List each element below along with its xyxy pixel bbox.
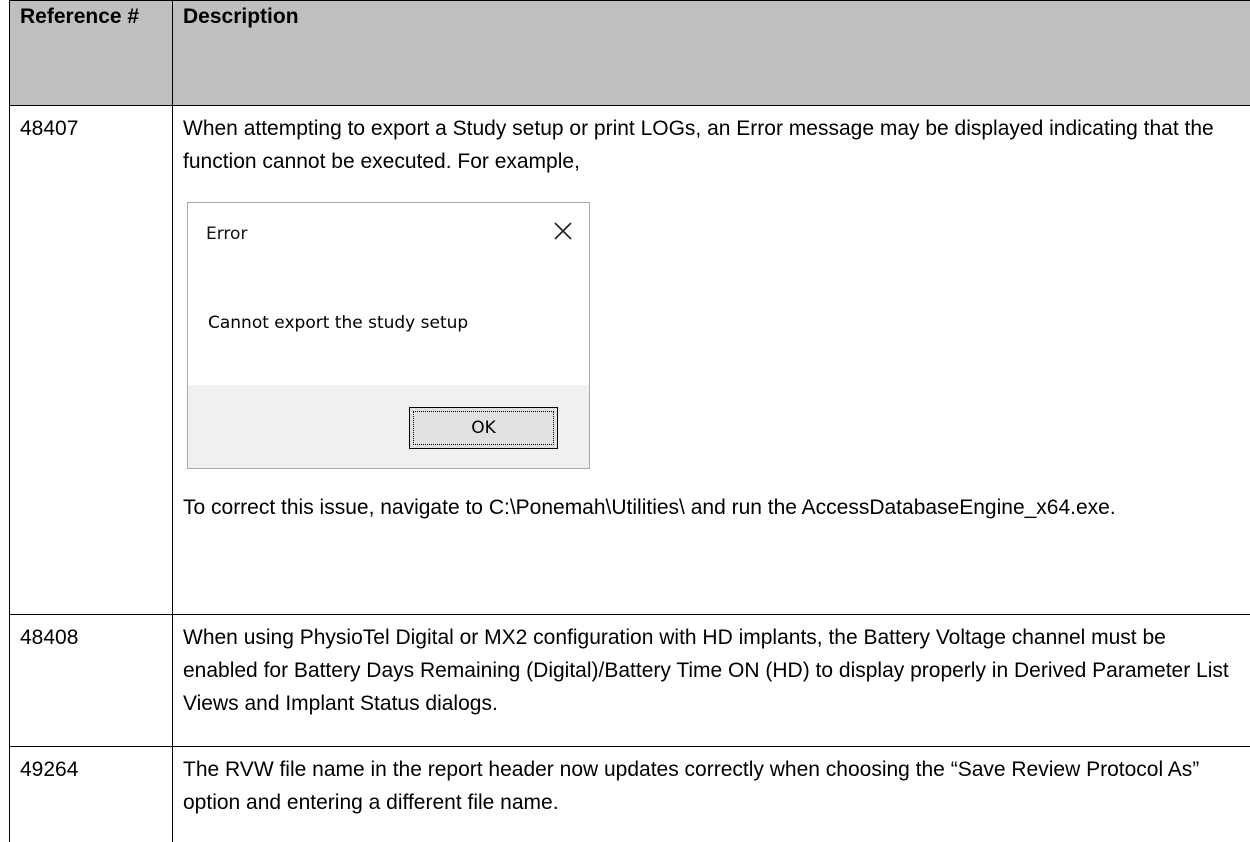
dialog-footer: OK [188,385,589,468]
header-reference: Reference # [10,1,173,106]
focus-ring [413,411,554,445]
dialog-message: Cannot export the study setup [208,311,468,335]
row-description: When attempting to export a Study setup … [173,106,1250,615]
row-description: When using PhysioTel Digital or MX2 conf… [173,615,1250,747]
description-intro: When attempting to export a Study setup … [183,112,1241,178]
dialog-title: Error [206,222,247,246]
ok-button: OK [409,407,558,449]
row-description: The RVW file name in the report header n… [173,747,1250,842]
table-header-row: Reference # Description [10,1,1250,106]
error-dialog-screenshot: Error Cannot export the study setup OK [187,202,590,469]
table-row: 49264 The RVW file name in the report he… [10,747,1250,842]
header-description: Description [173,1,1250,106]
close-icon [551,219,575,243]
description-outro: To correct this issue, navigate to C:\Po… [183,491,1241,524]
table-row: 48408 When using PhysioTel Digital or MX… [10,615,1250,747]
table-row: 48407 When attempting to export a Study … [10,106,1250,615]
row-reference: 48408 [10,615,173,747]
row-reference: 48407 [10,106,173,615]
row-reference: 49264 [10,747,173,842]
release-notes-table: Reference # Description 48407 When attem… [9,0,1250,842]
